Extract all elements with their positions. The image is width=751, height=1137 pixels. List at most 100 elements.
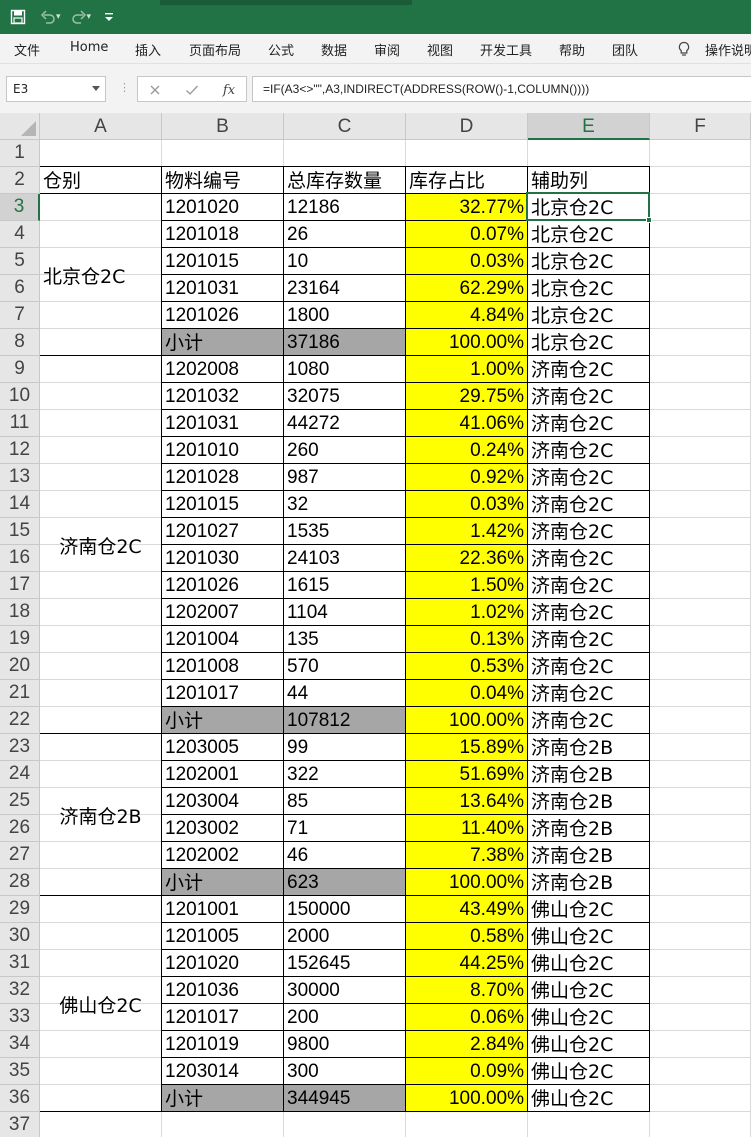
fill-handle[interactable] bbox=[646, 217, 652, 223]
ratio-cell[interactable]: 29.75% bbox=[406, 383, 527, 410]
row-header[interactable]: 7 bbox=[0, 302, 40, 329]
quantity-cell[interactable]: 26 bbox=[284, 221, 405, 248]
quantity-cell[interactable]: 300 bbox=[284, 1058, 405, 1085]
material-code-cell[interactable]: 1201018 bbox=[162, 221, 283, 248]
ratio-cell[interactable]: 44.25% bbox=[406, 950, 527, 977]
formula-input[interactable]: =IF(A3<>"",A3,INDIRECT(ADDRESS(ROW()-1,C… bbox=[252, 76, 751, 102]
helper-column-cell[interactable]: 济南仓2C bbox=[528, 572, 649, 599]
material-code-cell[interactable]: 1201032 bbox=[162, 383, 283, 410]
redo-icon[interactable] bbox=[67, 5, 91, 29]
row-header[interactable]: 11 bbox=[0, 410, 40, 437]
row-header[interactable]: 23 bbox=[0, 734, 40, 761]
row-header[interactable]: 12 bbox=[0, 437, 40, 464]
row-header[interactable]: 33 bbox=[0, 1004, 40, 1031]
ratio-cell[interactable]: 1.50% bbox=[406, 572, 527, 599]
row-header[interactable]: 2 bbox=[0, 167, 40, 194]
warehouse-merged-cell[interactable]: 佛山仓2C bbox=[40, 896, 161, 1112]
tell-me-search[interactable]: 操作说明 bbox=[705, 40, 751, 59]
helper-column-cell[interactable]: 佛山仓2C bbox=[528, 1085, 649, 1112]
helper-column-cell[interactable]: 济南仓2B bbox=[528, 761, 649, 788]
quantity-cell[interactable]: 10 bbox=[284, 248, 405, 275]
ratio-cell[interactable]: 1.02% bbox=[406, 599, 527, 626]
helper-column-cell[interactable]: 济南仓2C bbox=[528, 680, 649, 707]
helper-column-cell[interactable]: 济南仓2C bbox=[528, 653, 649, 680]
helper-column-cell[interactable]: 济南仓2B bbox=[528, 869, 649, 896]
material-code-cell[interactable]: 1203004 bbox=[162, 788, 283, 815]
quantity-cell[interactable]: 322 bbox=[284, 761, 405, 788]
material-code-cell[interactable]: 1201004 bbox=[162, 626, 283, 653]
subtotal-quantity-cell[interactable]: 623 bbox=[284, 869, 405, 896]
material-code-cell[interactable]: 1201026 bbox=[162, 302, 283, 329]
quantity-cell[interactable]: 2000 bbox=[284, 923, 405, 950]
table-header-cell[interactable]: 库存占比 bbox=[406, 167, 527, 194]
quantity-cell[interactable]: 46 bbox=[284, 842, 405, 869]
helper-column-cell[interactable]: 佛山仓2C bbox=[528, 1058, 649, 1085]
helper-column-cell[interactable]: 济南仓2C bbox=[528, 410, 649, 437]
quantity-cell[interactable]: 12186 bbox=[284, 194, 405, 221]
helper-column-cell[interactable]: 北京仓2C bbox=[528, 302, 649, 329]
helper-column-cell[interactable]: 济南仓2C bbox=[528, 545, 649, 572]
quantity-cell[interactable]: 1800 bbox=[284, 302, 405, 329]
quantity-cell[interactable]: 44272 bbox=[284, 410, 405, 437]
quantity-cell[interactable]: 1104 bbox=[284, 599, 405, 626]
warehouse-merged-cell[interactable]: 北京仓2C bbox=[40, 194, 161, 356]
quantity-cell[interactable]: 32 bbox=[284, 491, 405, 518]
select-all-corner[interactable] bbox=[0, 113, 40, 140]
quantity-cell[interactable]: 24103 bbox=[284, 545, 405, 572]
table-header-cell[interactable]: 总库存数量 bbox=[284, 167, 405, 194]
row-header[interactable]: 8 bbox=[0, 329, 40, 356]
ratio-cell[interactable]: 100.00% bbox=[406, 329, 527, 356]
name-box[interactable]: E3 bbox=[6, 76, 106, 102]
column-header[interactable]: C bbox=[284, 113, 406, 140]
tab-developer[interactable]: 开发工具 bbox=[480, 40, 532, 59]
row-header[interactable]: 27 bbox=[0, 842, 40, 869]
row-header[interactable]: 32 bbox=[0, 977, 40, 1004]
row-header[interactable]: 15 bbox=[0, 518, 40, 545]
warehouse-merged-cell[interactable]: 济南仓2C bbox=[40, 356, 161, 734]
row-header[interactable]: 18 bbox=[0, 599, 40, 626]
select-all-triangle-icon[interactable] bbox=[21, 121, 36, 136]
material-code-cell[interactable]: 1201020 bbox=[162, 950, 283, 977]
helper-column-cell[interactable]: 北京仓2C bbox=[528, 221, 649, 248]
material-code-cell[interactable]: 1201001 bbox=[162, 896, 283, 923]
tab-home[interactable]: Home bbox=[70, 40, 108, 55]
ratio-cell[interactable]: 4.84% bbox=[406, 302, 527, 329]
row-header[interactable]: 28 bbox=[0, 869, 40, 896]
row-header[interactable]: 31 bbox=[0, 950, 40, 977]
ratio-cell[interactable]: 0.58% bbox=[406, 923, 527, 950]
ratio-cell[interactable]: 0.92% bbox=[406, 464, 527, 491]
column-header[interactable]: F bbox=[650, 113, 751, 140]
material-code-cell[interactable]: 1202002 bbox=[162, 842, 283, 869]
helper-column-cell[interactable]: 济南仓2C bbox=[528, 383, 649, 410]
helper-column-cell[interactable]: 济南仓2B bbox=[528, 788, 649, 815]
enter-icon[interactable] bbox=[183, 81, 201, 99]
ratio-cell[interactable]: 100.00% bbox=[406, 869, 527, 896]
tab-help[interactable]: 帮助 bbox=[559, 40, 585, 59]
subtotal-label-cell[interactable]: 小计 bbox=[162, 329, 283, 356]
ratio-cell[interactable]: 0.09% bbox=[406, 1058, 527, 1085]
helper-column-cell[interactable]: 济南仓2C bbox=[528, 626, 649, 653]
quantity-cell[interactable]: 152645 bbox=[284, 950, 405, 977]
material-code-cell[interactable]: 1201036 bbox=[162, 977, 283, 1004]
row-header[interactable]: 1 bbox=[0, 140, 40, 167]
ratio-cell[interactable]: 0.06% bbox=[406, 1004, 527, 1031]
helper-column-cell[interactable]: 佛山仓2C bbox=[528, 950, 649, 977]
row-header[interactable]: 13 bbox=[0, 464, 40, 491]
helper-column-cell[interactable]: 佛山仓2C bbox=[528, 1004, 649, 1031]
row-header[interactable]: 4 bbox=[0, 221, 40, 248]
helper-column-cell[interactable]: 济南仓2C bbox=[528, 518, 649, 545]
quantity-cell[interactable]: 9800 bbox=[284, 1031, 405, 1058]
helper-column-cell[interactable]: 济南仓2C bbox=[528, 464, 649, 491]
material-code-cell[interactable]: 1201020 bbox=[162, 194, 283, 221]
material-code-cell[interactable]: 1202008 bbox=[162, 356, 283, 383]
tab-insert[interactable]: 插入 bbox=[135, 40, 161, 59]
material-code-cell[interactable]: 1201027 bbox=[162, 518, 283, 545]
row-header[interactable]: 20 bbox=[0, 653, 40, 680]
row-header[interactable]: 10 bbox=[0, 383, 40, 410]
helper-column-cell[interactable]: 北京仓2C bbox=[528, 275, 649, 302]
ratio-cell[interactable]: 1.42% bbox=[406, 518, 527, 545]
subtotal-label-cell[interactable]: 小计 bbox=[162, 707, 283, 734]
row-header[interactable]: 35 bbox=[0, 1058, 40, 1085]
row-header[interactable]: 5 bbox=[0, 248, 40, 275]
ratio-cell[interactable]: 32.77% bbox=[406, 194, 527, 221]
